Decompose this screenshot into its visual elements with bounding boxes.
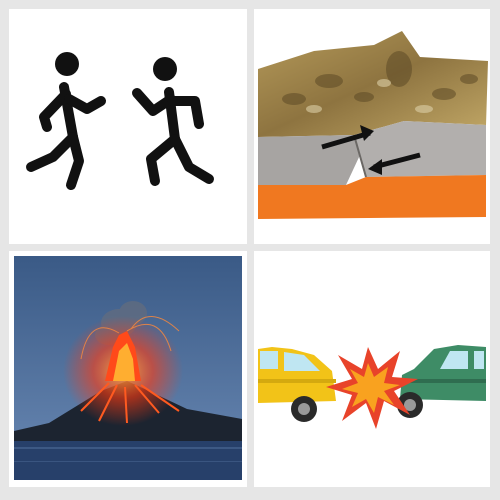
volcano-panel [9, 251, 247, 487]
image-grid [0, 0, 500, 500]
fault-block-diagram [258, 31, 488, 219]
volcano-eruption-photo [14, 256, 242, 480]
car-crash-illustration [258, 345, 486, 429]
tectonic-fault-panel [254, 9, 490, 244]
yellow-car [258, 347, 336, 422]
car-collision-panel [254, 251, 490, 487]
running-stick-figures [26, 52, 214, 190]
running-people-panel [9, 9, 247, 244]
